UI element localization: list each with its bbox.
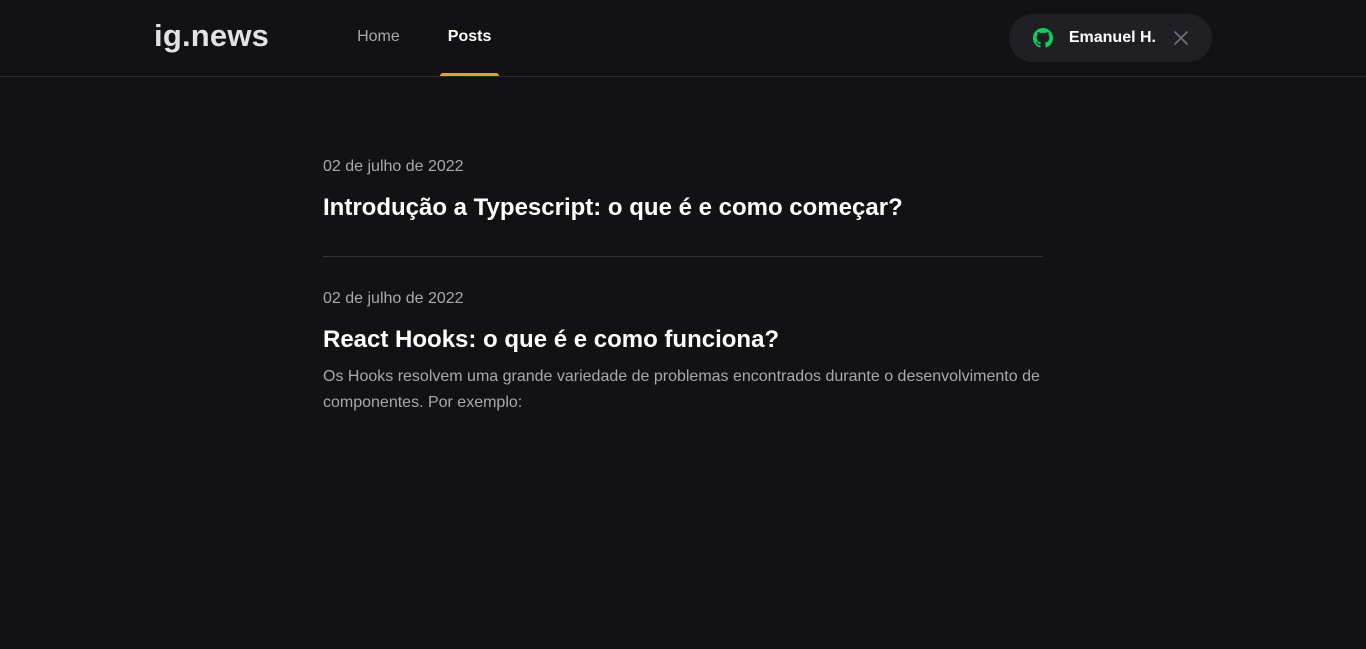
github-user-button[interactable]: Emanuel H. xyxy=(1008,14,1212,62)
close-icon[interactable] xyxy=(1174,31,1188,45)
post-title: Introdução a Typescript: o que é e como … xyxy=(323,194,903,221)
main-nav: Home Posts xyxy=(349,0,531,76)
header-content: ig.news Home Posts Emanuel H. xyxy=(154,0,1212,76)
github-icon xyxy=(1032,28,1053,48)
user-name: Emanuel H. xyxy=(1068,29,1156,46)
nav-posts[interactable]: Posts xyxy=(439,0,500,76)
post-date: 02 de julho de 2022 xyxy=(323,290,464,307)
post-item[interactable]: 02 de julho de 2022 React Hooks: o que é… xyxy=(323,256,1043,448)
logo[interactable]: ig.news xyxy=(154,18,269,54)
post-title: React Hooks: o que é e como funciona? xyxy=(323,326,780,353)
post-excerpt: Os Hooks resolvem uma grande variedade d… xyxy=(323,368,1040,411)
post-item[interactable]: 02 de julho de 2022 Introdução a Typescr… xyxy=(323,157,1043,256)
nav-home[interactable]: Home xyxy=(349,0,408,76)
header: ig.news Home Posts Emanuel H. xyxy=(0,0,1366,77)
posts-list: 02 de julho de 2022 Introdução a Typescr… xyxy=(323,77,1043,448)
post-date: 02 de julho de 2022 xyxy=(323,158,464,175)
